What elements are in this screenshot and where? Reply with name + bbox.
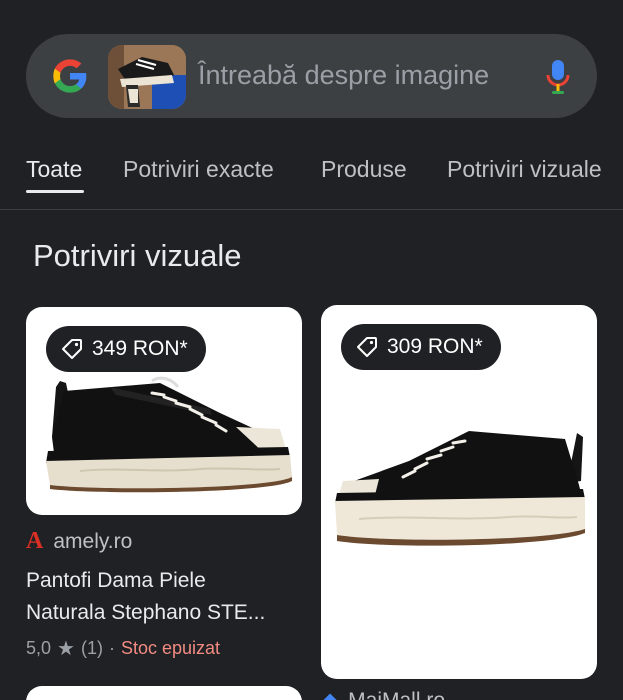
review-count: (1) xyxy=(80,638,103,658)
microphone-icon[interactable] xyxy=(544,58,572,96)
query-image-thumbnail[interactable] xyxy=(108,45,186,109)
source-name: MaiMall.ro xyxy=(348,688,446,700)
product-title-line1: Pantofi Dama Piele xyxy=(26,569,206,592)
separator: · xyxy=(108,638,115,658)
google-g-icon xyxy=(53,59,87,93)
product-title[interactable]: Pantofi Dama Piele Naturala Stephano STE… xyxy=(26,565,306,629)
source-name: amely.ro xyxy=(53,529,133,553)
price-tag-icon xyxy=(357,337,377,357)
star-icon: ★ xyxy=(57,638,75,660)
result-card-image[interactable]: 309 RON* xyxy=(321,305,597,679)
result-card-image[interactable]: 349 RON* xyxy=(26,307,302,515)
price-badge: 309 RON* xyxy=(341,324,501,370)
price-tag-icon xyxy=(62,339,82,359)
next-result-card[interactable] xyxy=(26,686,302,700)
result-source[interactable]: ◆ MaiMall.ro xyxy=(322,688,445,700)
product-title-line2: Naturala Stephano STE... xyxy=(26,601,266,624)
tab-potriviri-vizuale[interactable]: Potriviri vizuale xyxy=(447,156,602,183)
tab-produse[interactable]: Produse xyxy=(321,156,407,183)
source-logo: A xyxy=(26,528,44,554)
product-meta: 5,0 ★ (1) · Stoc epuizat xyxy=(26,636,220,661)
search-bar[interactable]: Întreabă despre imagine xyxy=(26,34,597,118)
source-logo-icon: ◆ xyxy=(322,688,338,700)
black-sneaker-image xyxy=(46,376,292,493)
result-source[interactable]: A amely.ro xyxy=(26,528,132,555)
rating-value: 5,0 xyxy=(26,638,52,658)
tab-potriviri-exacte[interactable]: Potriviri exacte xyxy=(123,156,274,183)
stock-status: Stoc epuizat xyxy=(120,638,221,658)
price-label: 309 RON* xyxy=(387,335,483,358)
price-label: 349 RON* xyxy=(92,337,188,360)
black-sneaker-image xyxy=(335,431,585,546)
filter-tabs: Toate Potriviri exacte Produse Potriviri… xyxy=(0,148,623,210)
section-title: Potriviri vizuale xyxy=(33,238,242,273)
price-badge: 349 RON* xyxy=(46,326,206,372)
active-tab-indicator xyxy=(26,190,84,193)
tab-toate[interactable]: Toate xyxy=(26,156,82,183)
shoe-thumbnail-image xyxy=(108,45,186,109)
search-input-placeholder[interactable]: Întreabă despre imagine xyxy=(198,60,489,91)
